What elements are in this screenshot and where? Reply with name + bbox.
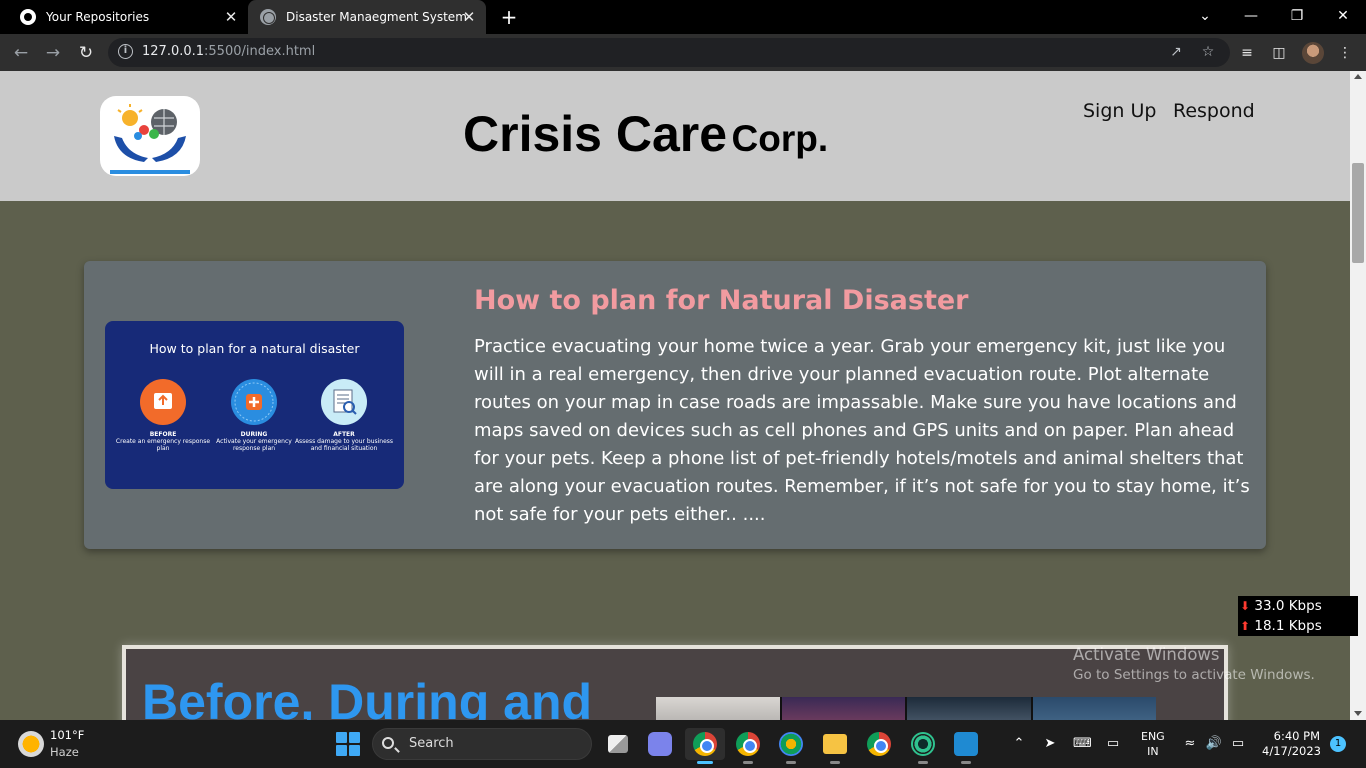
phase-before: BEFORE Create an emergency response plan <box>113 379 213 452</box>
taskbar-chrome-2-icon[interactable] <box>859 728 899 760</box>
section-title: Before, During and <box>142 674 593 720</box>
upload-speed: ⬆ 18.1 Kbps <box>1240 618 1322 634</box>
taskbar-chrome-icon[interactable] <box>728 728 768 764</box>
web-page: Crisis Care Corp. Sign Up Respond How to… <box>0 71 1350 720</box>
reload-icon[interactable]: ↻ <box>73 40 99 66</box>
forward-arrow-icon[interactable]: → <box>40 40 66 66</box>
location-icon[interactable]: ➤ <box>1042 735 1058 753</box>
search-label: Search <box>409 736 454 751</box>
photo-4 <box>1032 697 1156 720</box>
system-clock[interactable]: 6:40 PM 4/17/2023 <box>1262 729 1321 759</box>
phase-after: AFTER Assess damage to your business and… <box>294 379 394 452</box>
globe-icon <box>260 9 276 25</box>
minimize-button[interactable]: — <box>1228 0 1274 32</box>
maximize-button[interactable]: ❐ <box>1274 0 1320 32</box>
address-bar[interactable]: i 127.0.0.1:5500/index.html ↗ ☆ <box>108 38 1230 67</box>
site-title: Crisis Care Corp. <box>463 106 829 162</box>
download-speed: ⬇ 33.0 Kbps <box>1240 598 1322 614</box>
natural-disaster-card: How to plan for a natural disaster BEFOR… <box>84 261 1266 549</box>
card-heading: How to plan for Natural Disaster <box>474 285 969 316</box>
weather-temperature[interactable]: 101°F <box>50 728 84 742</box>
menu-kebab-icon[interactable]: ⋮ <box>1334 42 1356 64</box>
windows-start-icon[interactable] <box>336 732 360 756</box>
battery-icon[interactable]: ▭ <box>1229 735 1247 753</box>
side-panel-icon[interactable]: ◫ <box>1268 42 1290 64</box>
scroll-up-arrow-icon[interactable] <box>1354 74 1362 79</box>
reading-list-icon[interactable]: ≡ <box>1236 42 1258 64</box>
windows-taskbar: 101°F Haze Search ⌃ ➤ ⌨ ▭ ENG IN ≈ 🔊 ▭ 6:… <box>0 720 1366 768</box>
nav-respond-link[interactable]: Respond <box>1173 100 1255 122</box>
taskbar-profile-app-icon[interactable] <box>771 728 811 764</box>
task-view-icon[interactable] <box>598 728 638 760</box>
site-info-icon[interactable]: i <box>118 44 133 59</box>
search-icon <box>382 737 394 749</box>
photo-2 <box>781 697 905 720</box>
close-window-button[interactable]: ✕ <box>1320 0 1366 32</box>
scroll-thumb[interactable] <box>1352 163 1364 263</box>
photo-1 <box>656 697 780 720</box>
back-arrow-icon[interactable]: ← <box>8 40 34 66</box>
infographic-image: How to plan for a natural disaster BEFOR… <box>105 321 404 489</box>
wifi-icon[interactable]: ≈ <box>1181 735 1199 753</box>
scroll-down-arrow-icon[interactable] <box>1354 711 1362 716</box>
network-speed-meter: ⬇ 33.0 Kbps ⬆ 18.1 Kbps <box>1238 596 1358 636</box>
nav-sign-up-link[interactable]: Sign Up <box>1083 100 1156 122</box>
tab-close-icon[interactable]: ✕ <box>460 8 478 26</box>
taskbar-green-app-icon[interactable] <box>903 728 943 764</box>
github-icon <box>20 9 36 25</box>
volume-icon[interactable]: 🔊 <box>1205 735 1223 753</box>
logo-graphic <box>110 104 190 174</box>
phase-during: DURING Activate your emergency response … <box>204 379 304 452</box>
tab-disaster-management[interactable]: Disaster Manaegment System ✕ <box>248 0 486 34</box>
keyboard-icon[interactable]: ⌨ <box>1073 735 1092 753</box>
photo-3 <box>907 697 1031 720</box>
down-arrow-icon: ⬇ <box>1240 599 1251 613</box>
teams-chat-icon[interactable] <box>640 728 680 760</box>
bookmark-star-icon[interactable]: ☆ <box>1198 42 1218 62</box>
site-logo[interactable] <box>100 96 200 176</box>
activate-windows-watermark: Activate Windows Go to Settings to activ… <box>1073 645 1315 683</box>
taskbar-search-box[interactable]: Search <box>372 728 592 760</box>
phone-upload-icon <box>140 379 186 425</box>
new-tab-button[interactable]: + <box>498 6 520 28</box>
taskbar-chrome-active-icon[interactable] <box>685 728 725 764</box>
first-aid-icon <box>231 379 277 425</box>
infographic-title: How to plan for a natural disaster <box>149 341 360 356</box>
weather-condition[interactable]: Haze <box>50 745 79 759</box>
browser-tab-bar: Your Repositories ✕ Disaster Manaegment … <box>0 0 1366 34</box>
share-icon[interactable]: ↗ <box>1166 42 1186 62</box>
notification-badge[interactable]: 1 <box>1330 736 1346 752</box>
language-indicator[interactable]: ENG IN <box>1141 729 1165 759</box>
file-explorer-icon[interactable] <box>815 728 855 764</box>
show-hidden-icons-chevron-icon[interactable]: ⌃ <box>1012 735 1026 753</box>
vscode-icon[interactable] <box>946 728 986 764</box>
tab-title: Your Repositories <box>46 10 150 24</box>
card-body-text: Practice evacuating your home twice a ye… <box>474 336 1250 525</box>
site-header: Crisis Care Corp. Sign Up Respond <box>0 71 1350 201</box>
tab-search-button[interactable]: ⌄ <box>1182 0 1228 32</box>
tab-your-repositories[interactable]: Your Repositories ✕ <box>10 0 248 34</box>
tab-title: Disaster Manaegment System <box>286 10 467 24</box>
tab-close-icon[interactable]: ✕ <box>222 8 240 26</box>
document-search-icon <box>321 379 367 425</box>
browser-toolbar: ← → ↻ i 127.0.0.1:5500/index.html ↗ ☆ ≡ … <box>0 34 1366 71</box>
photo-strip <box>656 697 1156 720</box>
before-during-after-section: Before, During and <box>122 645 1228 720</box>
weather-haze-icon[interactable] <box>18 731 44 757</box>
url-text[interactable]: 127.0.0.1:5500/index.html <box>142 44 315 59</box>
profile-avatar[interactable] <box>1302 42 1324 64</box>
up-arrow-icon: ⬆ <box>1240 619 1251 633</box>
display-icon[interactable]: ▭ <box>1104 735 1122 753</box>
